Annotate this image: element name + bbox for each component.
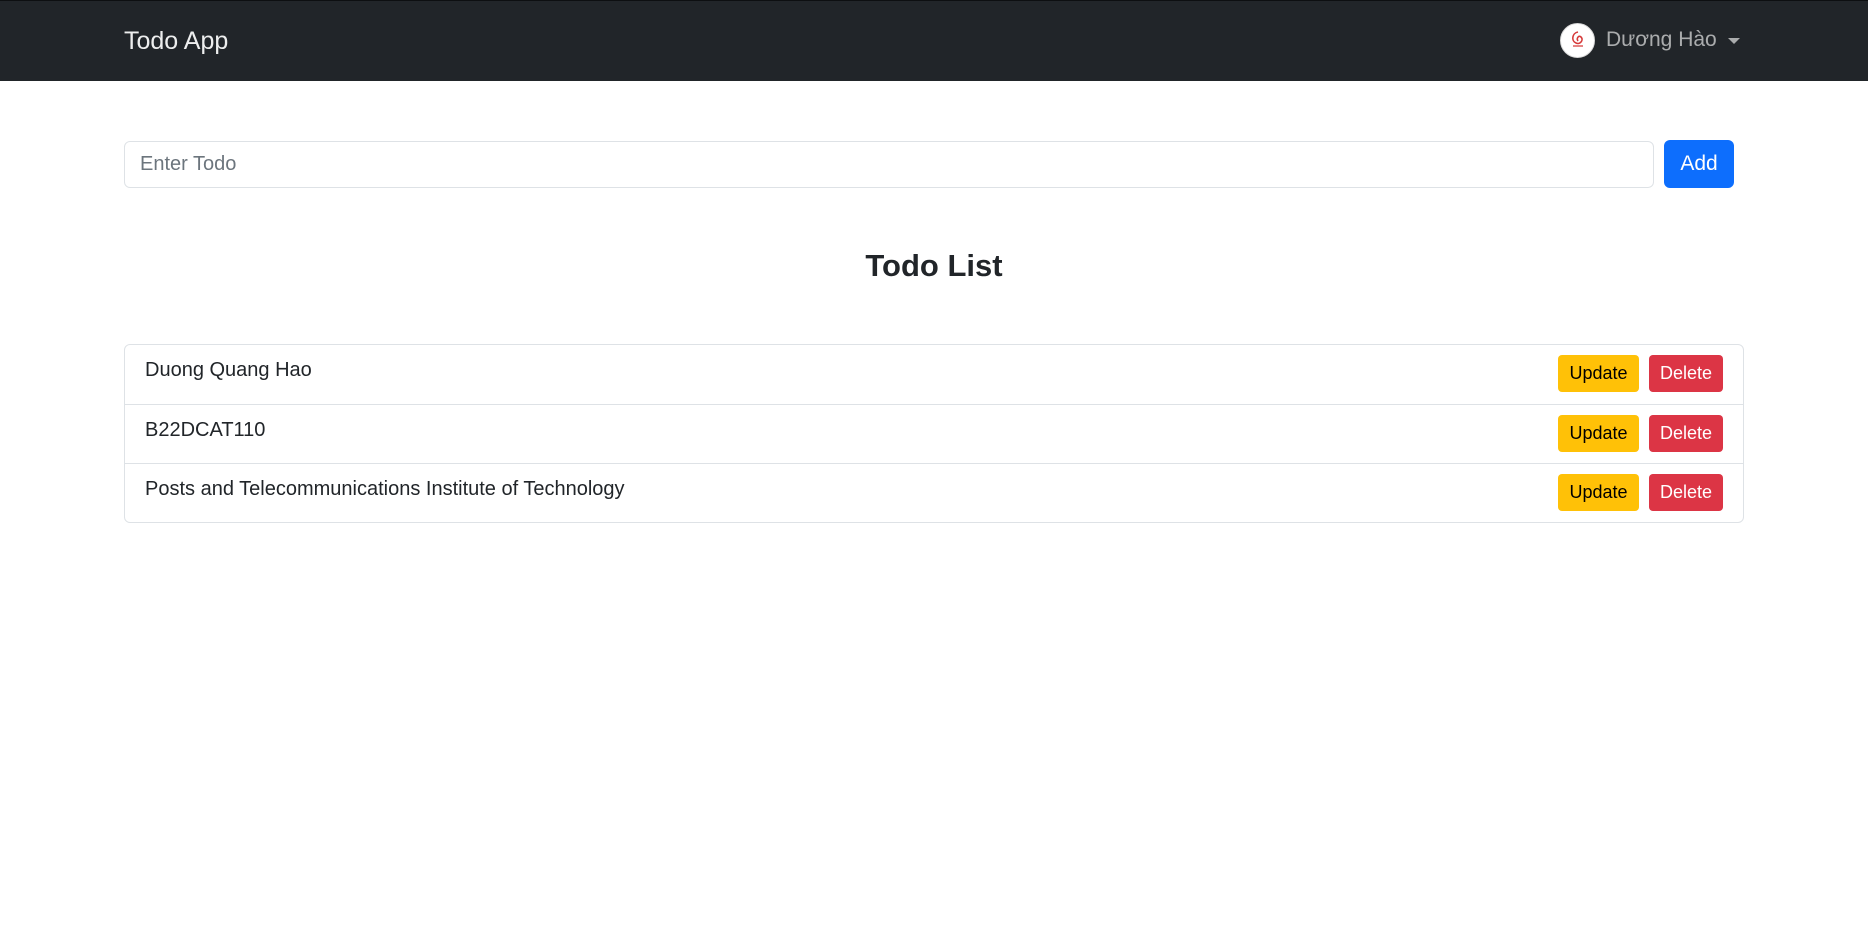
update-button[interactable]: Update bbox=[1558, 355, 1639, 392]
brand-title[interactable]: Todo App bbox=[124, 26, 228, 56]
user-menu-dropdown[interactable]: Dương Hào bbox=[1560, 22, 1740, 58]
list-item: Posts and Telecommunications Institute o… bbox=[125, 463, 1743, 522]
todo-item-text: B22DCAT110 bbox=[145, 419, 266, 441]
delete-button[interactable]: Delete bbox=[1649, 355, 1723, 392]
list-item: B22DCAT110 Update Delete bbox=[125, 404, 1743, 463]
caret-down-icon bbox=[1727, 38, 1740, 44]
delete-button[interactable]: Delete bbox=[1649, 415, 1723, 452]
delete-button[interactable]: Delete bbox=[1649, 474, 1723, 511]
avatar-logo-icon bbox=[1560, 22, 1595, 58]
todo-input[interactable] bbox=[124, 141, 1654, 188]
todo-list: Duong Quang Hao Update Delete B22DCAT110… bbox=[124, 344, 1744, 523]
add-button[interactable]: Add bbox=[1664, 140, 1734, 188]
todo-item-text: Duong Quang Hao bbox=[145, 359, 312, 381]
todo-item-text: Posts and Telecommunications Institute o… bbox=[145, 478, 625, 500]
todo-list-title: Todo List bbox=[865, 248, 1003, 283]
list-item: Duong Quang Hao Update Delete bbox=[125, 345, 1743, 404]
update-button[interactable]: Update bbox=[1558, 474, 1639, 511]
user-name: Dương Hào bbox=[1606, 28, 1717, 51]
navbar: Todo App Dương Hào bbox=[0, 0, 1868, 81]
update-button[interactable]: Update bbox=[1558, 415, 1639, 452]
